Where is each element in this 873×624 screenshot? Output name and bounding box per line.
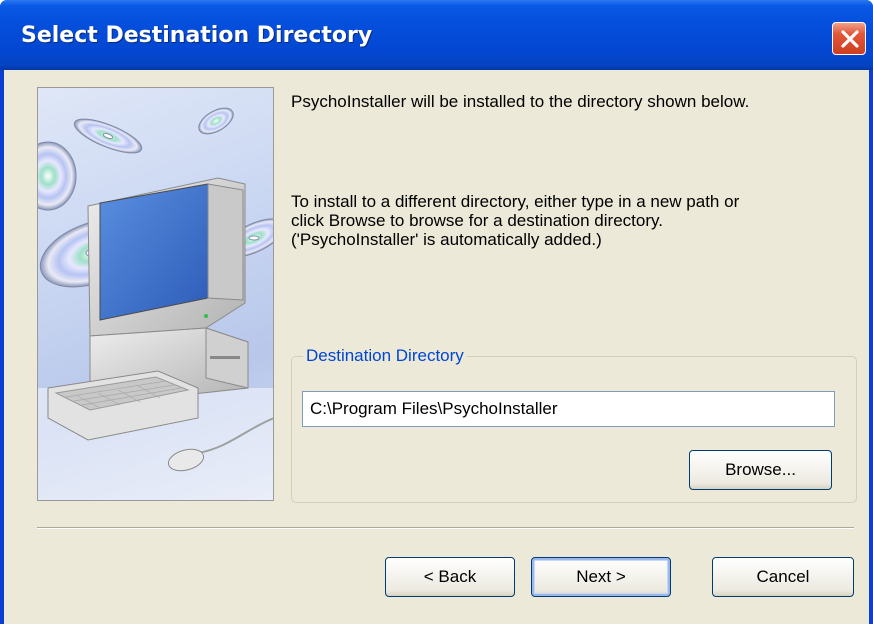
dialog-client-area: PsychoInstaller will be installed to the… <box>4 70 869 624</box>
back-button[interactable]: < Back <box>385 557 515 597</box>
next-button[interactable]: Next > <box>531 557 671 597</box>
close-button[interactable] <box>832 22 866 55</box>
title-bar[interactable]: Select Destination Directory <box>0 0 873 70</box>
installer-window: Select Destination Directory PsychoInsta… <box>0 0 873 624</box>
intro-text: PsychoInstaller will be installed to the… <box>291 92 750 111</box>
instructions-text: To install to a different directory, eit… <box>291 192 740 249</box>
destination-path-input[interactable] <box>302 391 835 427</box>
destination-group-legend: Destination Directory <box>303 346 467 366</box>
sidebar-illustration-icon <box>38 107 273 500</box>
footer-separator <box>37 527 854 529</box>
window-title: Select Destination Directory <box>21 23 373 48</box>
cancel-button[interactable]: Cancel <box>712 557 854 597</box>
computer-with-cds-illustration <box>37 87 274 501</box>
browse-button[interactable]: Browse... <box>689 450 832 490</box>
close-x-icon <box>841 30 859 48</box>
destination-directory-group: Destination Directory Browse... <box>291 346 857 503</box>
